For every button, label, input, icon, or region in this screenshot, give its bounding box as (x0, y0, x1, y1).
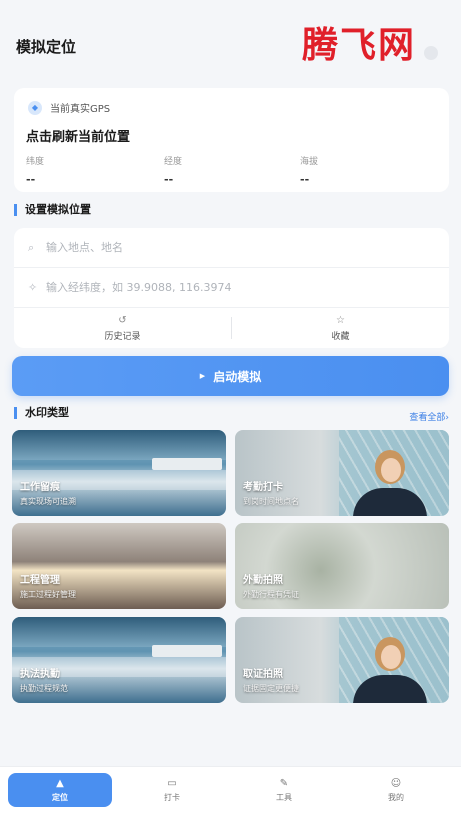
card-subtitle: 证据固定更便捷 (243, 684, 299, 693)
card-image (12, 617, 226, 647)
watermark-card-attendance[interactable]: 考勤打卡 到岗时间地点名 (235, 430, 449, 516)
latitude-label: 纬度 (26, 157, 45, 167)
longitude-label: 经度 (164, 157, 183, 167)
card-subtitle: 施工过程好管理 (20, 590, 76, 599)
nav-tab-tools[interactable]: ✎ 工具 (232, 773, 336, 807)
app-header: 模拟定位 腾飞网 (0, 0, 461, 90)
gps-label: 当前真实GPS (50, 104, 111, 115)
card-title: 工作留痕 (20, 482, 60, 493)
bottom-nav: ▲ 定位 ▭ 打卡 ✎ 工具 ☺ 我的 (0, 766, 461, 820)
card-title: 工程管理 (20, 575, 60, 586)
coord-row: ✧ (14, 268, 449, 308)
nav-tab-checkin[interactable]: ▭ 打卡 (120, 773, 224, 807)
card-image (12, 430, 226, 460)
watermark-card-engineering[interactable]: 工程管理 施工过程好管理 (12, 523, 226, 609)
nav-tab-location[interactable]: ▲ 定位 (8, 773, 112, 807)
card-image-detail (152, 458, 222, 470)
see-all-link[interactable]: 查看全部› (409, 410, 449, 423)
altitude-field: 海拔 -- (300, 154, 318, 186)
pen-icon: ✎ (279, 777, 289, 789)
latitude-field: 纬度 -- (26, 154, 44, 186)
watermark-card-law-enforcement[interactable]: 执法执勤 执勤过程规范 (12, 617, 226, 703)
card-subtitle: 外勤行程有凭证 (243, 590, 299, 599)
card-title: 考勤打卡 (243, 482, 283, 493)
card-title: 执法执勤 (20, 669, 60, 680)
location-actions: ↺ 历史记录 ☆ 收藏 (14, 308, 449, 348)
brand-watermark: 腾飞网 (302, 24, 417, 66)
favorite-button[interactable]: ☆ 收藏 (232, 308, 449, 348)
card-title: 取证拍照 (243, 669, 283, 680)
longitude-field: 经度 -- (164, 154, 182, 186)
nav-label: 定位 (52, 792, 68, 802)
favorite-label: 收藏 (331, 331, 350, 342)
nav-label: 我的 (388, 792, 404, 802)
nav-label: 工具 (276, 792, 292, 802)
start-simulation-label: 启动模拟 (213, 369, 262, 384)
page-title: 模拟定位 (16, 38, 77, 56)
person-face (381, 458, 401, 482)
gps-header: ◆ 当前真实GPS (28, 100, 110, 115)
card-image-detail (152, 645, 222, 657)
latitude-value: -- (26, 173, 36, 186)
card-subtitle: 真实现场可追溯 (20, 497, 76, 506)
set-location-title: 设置模拟位置 (14, 204, 91, 216)
history-label: 历史记录 (104, 331, 141, 342)
history-icon: ↺ (118, 314, 127, 326)
card-subtitle: 执勤过程规范 (20, 684, 68, 693)
user-icon: ☺ (390, 777, 402, 789)
location-arrow-icon: ▲ (56, 777, 64, 789)
gps-card[interactable]: ◆ 当前真实GPS 点击刷新当前位置 纬度 -- 经度 -- 海拔 -- (14, 88, 449, 192)
gps-icon: ◆ (28, 100, 42, 115)
history-button[interactable]: ↺ 历史记录 (14, 308, 231, 348)
card-subtitle: 到岗时间地点名 (243, 497, 299, 506)
card-title: 外勤拍照 (243, 575, 283, 586)
star-icon: ☆ (336, 314, 345, 326)
altitude-label: 海拔 (300, 157, 319, 167)
search-row: ⌕ (14, 228, 449, 268)
start-simulation-button[interactable]: ▶ 启动模拟 (12, 356, 449, 396)
location-input-card: ⌕ ✧ ↺ 历史记录 ☆ 收藏 (14, 228, 449, 348)
coordinate-input[interactable] (46, 281, 406, 294)
header-menu-icon[interactable] (424, 46, 438, 60)
altitude-value: -- (300, 173, 310, 186)
search-input[interactable] (46, 241, 406, 254)
watermark-types-title: 水印类型 (14, 407, 69, 419)
watermark-card-field-photo[interactable]: 外勤拍照 外勤行程有凭证 (235, 523, 449, 609)
search-icon: ⌕ (28, 240, 35, 254)
refresh-location-text[interactable]: 点击刷新当前位置 (26, 126, 130, 145)
watermark-card-work-trace[interactable]: 工作留痕 真实现场可追溯 (12, 430, 226, 516)
person-face (381, 645, 401, 669)
crosshair-icon: ✧ (28, 281, 38, 294)
camera-icon: ▭ (167, 777, 177, 789)
nav-label: 打卡 (164, 792, 180, 802)
longitude-value: -- (164, 173, 174, 186)
watermark-card-evidence[interactable]: 取证拍照 证据固定更便捷 (235, 617, 449, 703)
nav-tab-profile[interactable]: ☺ 我的 (344, 773, 448, 807)
play-icon: ▶ (199, 372, 206, 380)
